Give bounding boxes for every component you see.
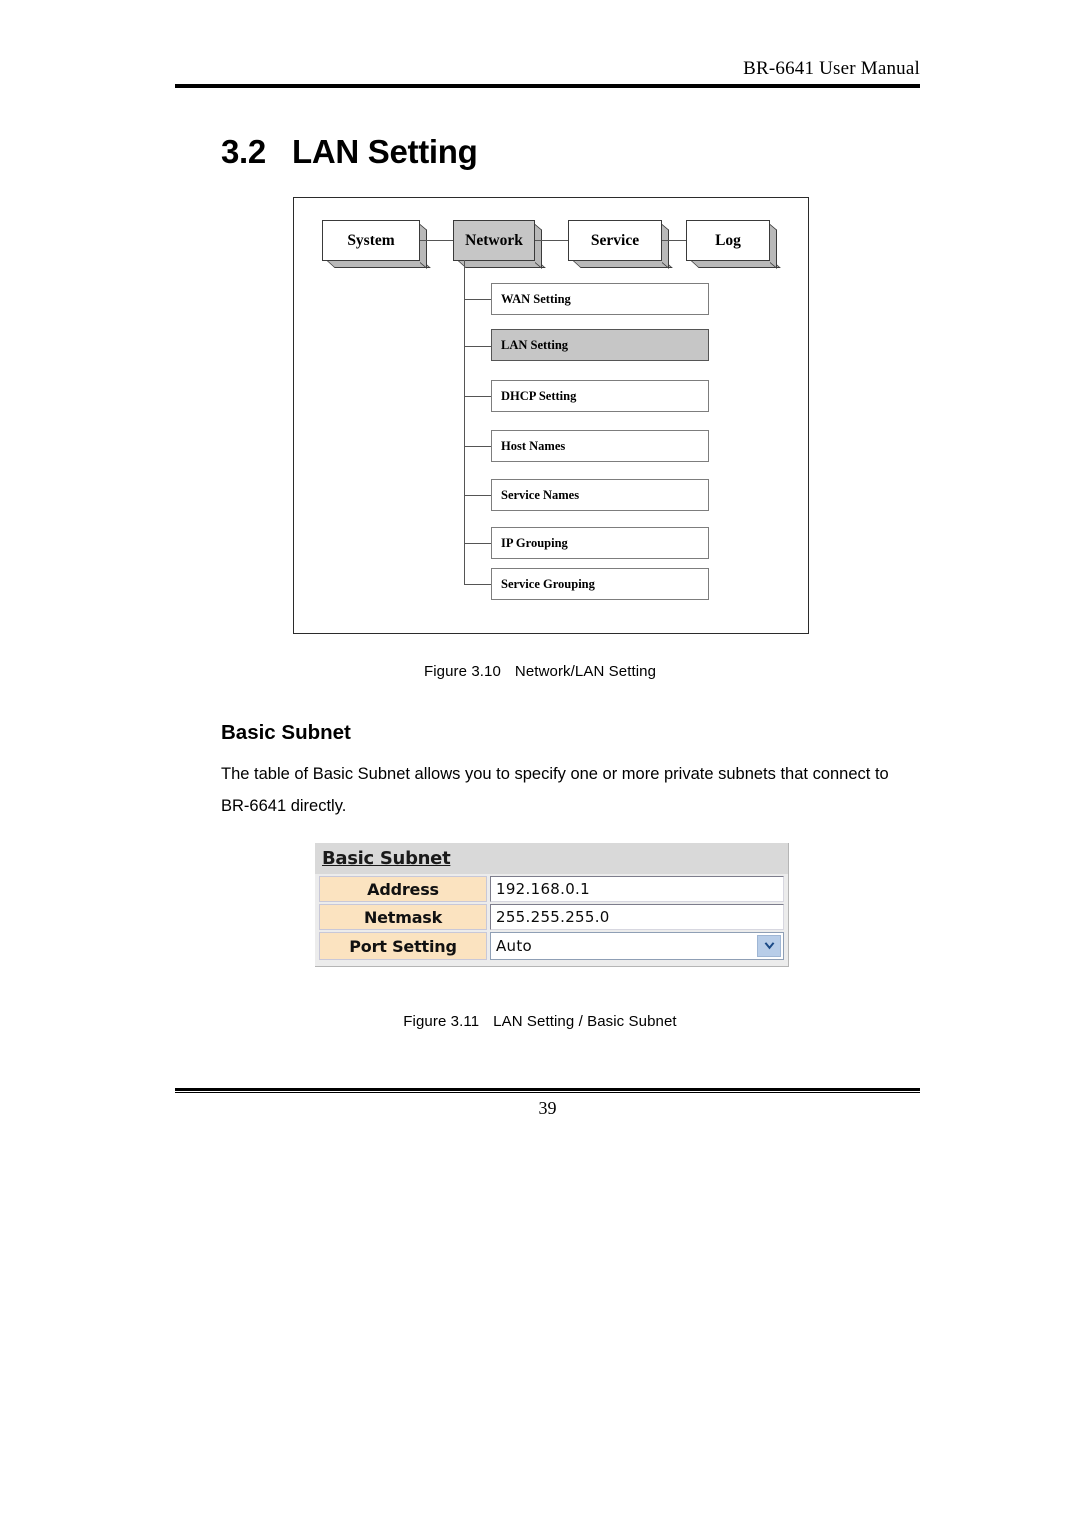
- figure-title: Network/LAN Setting: [514, 663, 657, 680]
- figure-title: LAN Setting / Basic Subnet: [493, 1013, 677, 1030]
- port-setting-select[interactable]: Auto: [490, 932, 784, 960]
- submenu-stub: [464, 584, 491, 585]
- menu-trunk-line: [464, 260, 465, 584]
- top-menu-row: System Network Service Log: [322, 216, 782, 274]
- chevron-down-icon[interactable]: [757, 935, 781, 957]
- menu-button-network[interactable]: Network: [453, 220, 535, 261]
- submenu-item-ip-grouping[interactable]: IP Grouping: [491, 527, 709, 559]
- form-row-netmask: Netmask 255.255.255.0: [315, 902, 788, 930]
- submenu-item-label: IP Grouping: [501, 535, 568, 550]
- subsection-heading: Basic Subnet: [221, 721, 351, 744]
- submenu-stub: [464, 543, 491, 544]
- submenu-stub: [464, 299, 491, 300]
- menu-button-log[interactable]: Log: [686, 220, 770, 261]
- submenu-item-label: DHCP Setting: [501, 388, 577, 403]
- figure-caption-310: Figure 3.10 Network/LAN Setting: [0, 663, 1080, 680]
- section-number: 3.2: [221, 133, 266, 170]
- menu-connector-system-network: [420, 240, 453, 241]
- network-menu-diagram: System Network Service Log WAN Setting L…: [293, 197, 809, 634]
- submenu-item-lan-setting[interactable]: LAN Setting: [491, 329, 709, 361]
- menu-button-label: Service: [590, 231, 640, 249]
- submenu-item-service-names[interactable]: Service Names: [491, 479, 709, 511]
- address-field-wrapper: 192.168.0.1: [490, 876, 784, 902]
- menu-connector-network-service: [535, 240, 568, 241]
- port-setting-label: Port Setting: [319, 932, 487, 960]
- menu-button-label: System: [347, 231, 395, 249]
- submenu-item-service-grouping[interactable]: Service Grouping: [491, 568, 709, 600]
- form-title: Basic Subnet: [322, 848, 451, 869]
- submenu-item-host-names[interactable]: Host Names: [491, 430, 709, 462]
- basic-subnet-form: Basic Subnet Address 192.168.0.1 Netmask…: [315, 843, 789, 967]
- page-header: BR-6641 User Manual: [175, 58, 920, 88]
- section-title: LAN Setting: [291, 133, 478, 170]
- submenu-item-dhcp-setting[interactable]: DHCP Setting: [491, 380, 709, 412]
- submenu-item-label: WAN Setting: [501, 291, 571, 306]
- header-rule: [175, 84, 920, 88]
- figure-number: Figure 3.11: [403, 1013, 480, 1030]
- figure-number: Figure 3.10: [423, 663, 501, 680]
- submenu-stub: [464, 346, 491, 347]
- submenu-item-wan-setting[interactable]: WAN Setting: [491, 283, 709, 315]
- form-titlebar: Basic Subnet: [315, 843, 788, 874]
- figure-caption-311: Figure 3.11 LAN Setting / Basic Subnet: [0, 1013, 1080, 1030]
- menu-connector-service-log: [662, 240, 686, 241]
- footer-rule-thick: [175, 1088, 920, 1091]
- port-setting-selected-value: Auto: [496, 937, 533, 955]
- submenu-item-label: Service Names: [501, 487, 580, 502]
- address-input[interactable]: 192.168.0.1: [490, 876, 784, 902]
- netmask-label: Netmask: [319, 904, 487, 930]
- menu-button-service[interactable]: Service: [568, 220, 662, 261]
- page-footer: 39: [175, 1088, 920, 1119]
- manual-title: BR-6641 User Manual: [743, 58, 920, 79]
- page-title: 3.2 LAN Setting: [221, 133, 478, 171]
- submenu-item-label: Host Names: [501, 438, 566, 453]
- submenu-stub: [464, 446, 491, 447]
- address-label: Address: [319, 876, 487, 902]
- submenu-stub: [464, 396, 491, 397]
- submenu-item-label: LAN Setting: [501, 337, 569, 352]
- menu-button-label: Log: [715, 231, 741, 249]
- netmask-input[interactable]: 255.255.255.0: [490, 904, 784, 930]
- submenu-item-label: Service Grouping: [501, 576, 595, 591]
- body-paragraph: The table of Basic Subnet allows you to …: [221, 765, 889, 815]
- menu-button-system[interactable]: System: [322, 220, 420, 261]
- netmask-field-wrapper: 255.255.255.0: [490, 904, 784, 930]
- form-row-address: Address 192.168.0.1: [315, 874, 788, 902]
- menu-button-label: Network: [465, 231, 523, 249]
- page-number: 39: [538, 1098, 557, 1118]
- port-setting-field-wrapper: Auto: [490, 932, 784, 960]
- form-row-port-setting: Port Setting Auto: [315, 930, 788, 962]
- submenu-stub: [464, 495, 491, 496]
